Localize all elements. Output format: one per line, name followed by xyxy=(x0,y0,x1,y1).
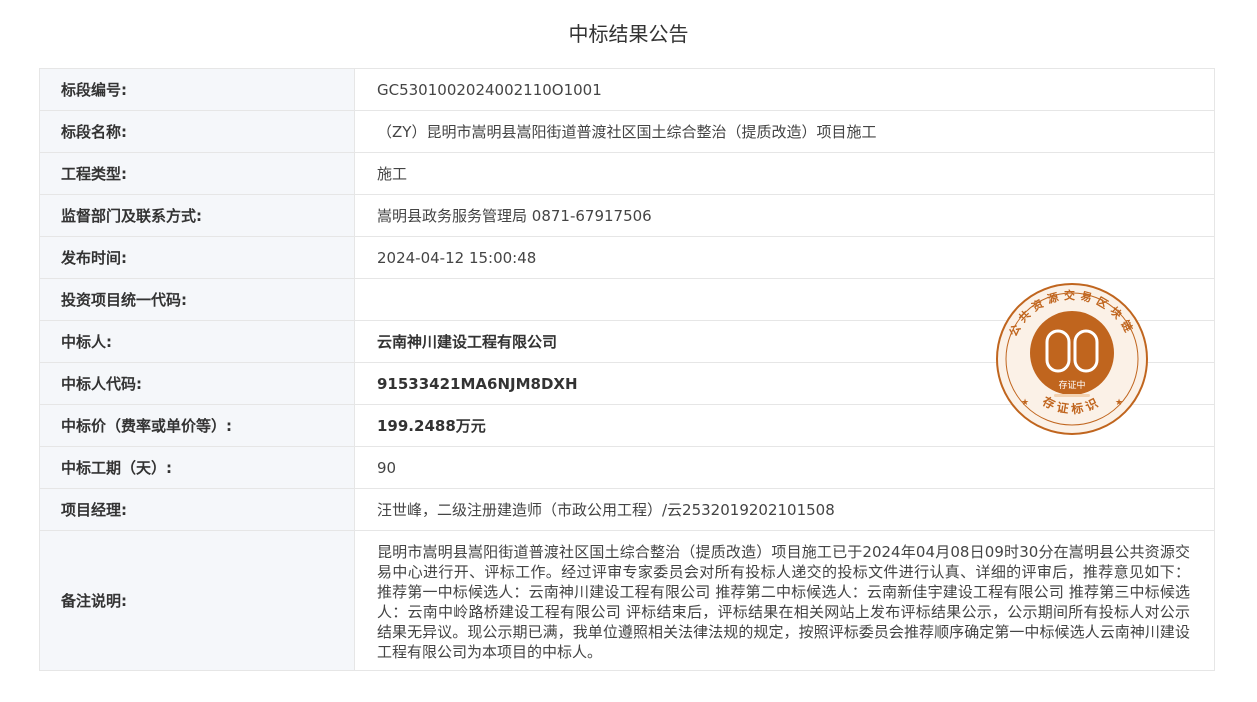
svg-text:★: ★ xyxy=(1115,398,1123,408)
row-label: 备注说明: xyxy=(39,530,355,671)
row-label: 中标人代码: xyxy=(39,362,355,405)
supervision-contact: 嵩明县政务服务管理局 0871-67917506 xyxy=(354,194,1215,237)
construction-period: 90 xyxy=(354,446,1215,489)
project-manager: 汪世峰，二级注册建造师（市政公用工程）/云2532019202101508 xyxy=(354,488,1215,531)
blockchain-seal-icon: 公共资源交易区块链 存证中 存证标识 ★ ★ xyxy=(996,283,1148,435)
row-label: 发布时间: xyxy=(39,236,355,279)
svg-text:★: ★ xyxy=(1021,398,1029,408)
row-label: 标段编号: xyxy=(39,68,355,111)
row-label: 工程类型: xyxy=(39,152,355,195)
table-row: 发布时间: 2024-04-12 15:00:48 xyxy=(39,236,1215,279)
announcement-page: 中标结果公告 标段编号: GC5301002024002110O1001 标段名… xyxy=(0,0,1257,702)
row-label: 标段名称: xyxy=(39,110,355,153)
remarks: 昆明市嵩明县嵩阳街道普渡社区国土综合整治（提质改造）项目施工已于2024年04月… xyxy=(354,530,1215,671)
table-row: 中标工期（天）: 90 xyxy=(39,446,1215,489)
row-label: 中标价（费率或单价等）: xyxy=(39,404,355,447)
table-row: 标段编号: GC5301002024002110O1001 xyxy=(39,68,1215,111)
project-type: 施工 xyxy=(354,152,1215,195)
page-title: 中标结果公告 xyxy=(568,22,689,46)
seal-center-text: 存证中 xyxy=(1058,379,1085,391)
row-label: 项目经理: xyxy=(39,488,355,531)
table-row: 监督部门及联系方式: 嵩明县政务服务管理局 0871-67917506 xyxy=(39,194,1215,237)
row-label: 投资项目统一代码: xyxy=(39,278,355,321)
table-row: 工程类型: 施工 xyxy=(39,152,1215,195)
table-row: 标段名称: （ZY）昆明市嵩明县嵩阳街道普渡社区国土综合整治（提质改造）项目施工 xyxy=(39,110,1215,153)
bid-section-name: （ZY）昆明市嵩明县嵩阳街道普渡社区国土综合整治（提质改造）项目施工 xyxy=(354,110,1215,153)
row-label: 中标人: xyxy=(39,320,355,363)
row-label: 监督部门及联系方式: xyxy=(39,194,355,237)
row-label: 中标工期（天）: xyxy=(39,446,355,489)
table-row: 备注说明: 昆明市嵩明县嵩阳街道普渡社区国土综合整治（提质改造）项目施工已于20… xyxy=(39,530,1215,671)
publish-time: 2024-04-12 15:00:48 xyxy=(354,236,1215,279)
table-row: 项目经理: 汪世峰，二级注册建造师（市政公用工程）/云2532019202101… xyxy=(39,488,1215,531)
bid-section-number: GC5301002024002110O1001 xyxy=(354,68,1215,111)
